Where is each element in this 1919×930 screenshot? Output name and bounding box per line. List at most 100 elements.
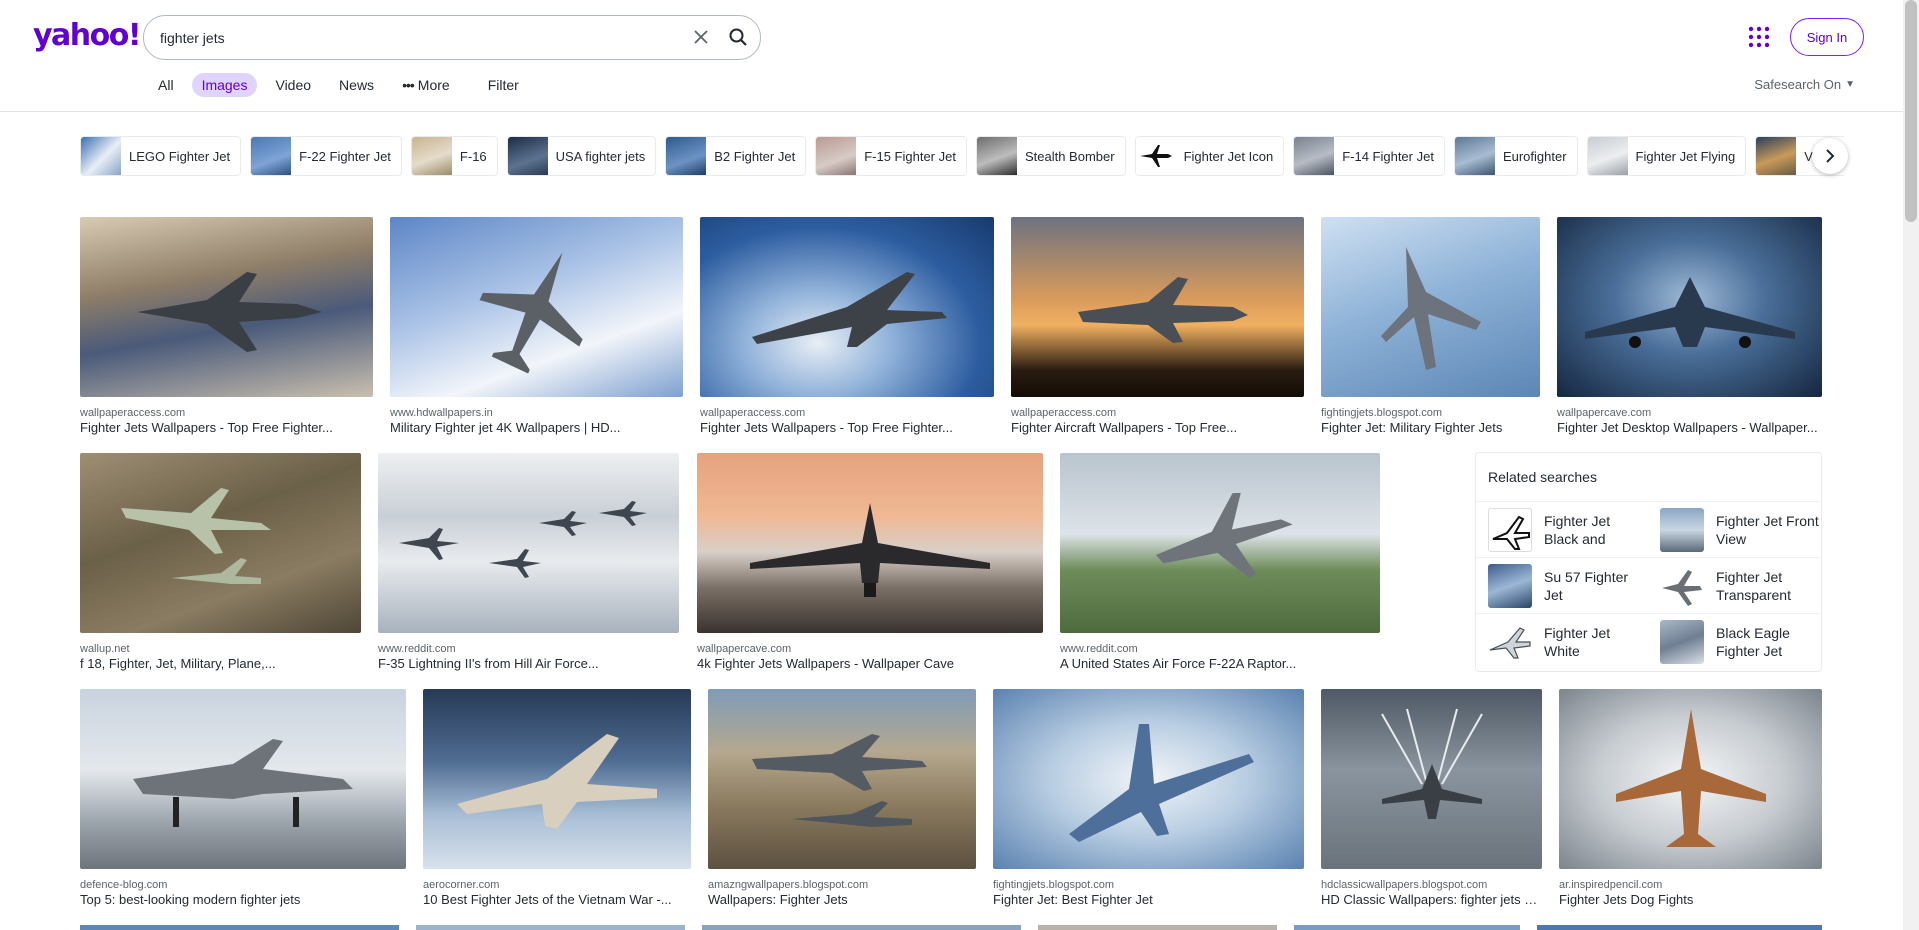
pill-label: F-14 Fighter Jet	[1342, 148, 1434, 164]
result-source[interactable]: fightingjets.blogspot.com	[993, 879, 1304, 891]
image-result[interactable]: aerocorner.com 10 Best Fighter Jets of t…	[423, 689, 691, 907]
image-result[interactable]: defence-blog.com Top 5: best-looking mod…	[80, 689, 406, 907]
result-image	[993, 689, 1304, 869]
result-title[interactable]: Fighter Jet Desktop Wallpapers - Wallpap…	[1557, 420, 1822, 435]
result-source[interactable]: wallpaperaccess.com	[1011, 407, 1304, 419]
image-result[interactable]: www.reddit.com F-35 Lightning II's from …	[378, 453, 679, 671]
tab-news[interactable]: News	[329, 73, 384, 97]
result-source[interactable]: ar.inspiredpencil.com	[1559, 879, 1822, 891]
image-result[interactable]: www.hdwallpapers.in Military Fighter jet…	[390, 217, 683, 435]
image-result-partial[interactable]	[1537, 925, 1822, 930]
image-result-partial[interactable]	[416, 925, 685, 930]
result-source[interactable]: amazngwallpapers.blogspot.com	[708, 879, 976, 891]
pill-label: B2 Fighter Jet	[714, 148, 796, 164]
result-image	[390, 217, 683, 397]
pill-f16[interactable]: F-16	[410, 136, 498, 176]
pill-stealth-bomber[interactable]: Stealth Bomber	[975, 136, 1126, 176]
sign-in-button[interactable]: Sign In	[1790, 18, 1864, 56]
pill-f15-fighter-jet[interactable]: F-15 Fighter Jet	[815, 136, 967, 176]
related-search-item[interactable]: Su 57 Fighter Jet	[1476, 557, 1648, 613]
image-result[interactable]: fightingjets.blogspot.com Fighter Jet: B…	[993, 689, 1304, 907]
tab-images[interactable]: Images	[191, 73, 258, 97]
safesearch-dropdown[interactable]: Safesearch On ▼	[1754, 77, 1855, 92]
result-source[interactable]: defence-blog.com	[80, 879, 406, 891]
result-title[interactable]: Fighter Jets Wallpapers - Top Free Fight…	[80, 420, 373, 435]
related-pills-row: LEGO Fighter Jet F-22 Fighter Jet F-16 U…	[80, 136, 1844, 176]
result-title[interactable]: Top 5: best-looking modern fighter jets	[80, 892, 406, 907]
result-title[interactable]: Fighter Aircraft Wallpapers - Top Free..…	[1011, 420, 1304, 435]
image-result-partial[interactable]	[702, 925, 1021, 930]
related-search-item[interactable]: Fighter Jet Transparent	[1648, 557, 1820, 613]
page-scrollbar[interactable]	[1903, 0, 1919, 930]
image-result-partial[interactable]	[1038, 925, 1277, 930]
pill-fighter-jet-flying[interactable]: Fighter Jet Flying	[1586, 136, 1747, 176]
pill-f14-fighter-jet[interactable]: F-14 Fighter Jet	[1293, 136, 1445, 176]
pill-b2-fighter-jet[interactable]: B2 Fighter Jet	[665, 136, 807, 176]
image-result[interactable]: fightingjets.blogspot.com Fighter Jet: M…	[1321, 217, 1540, 435]
result-source[interactable]: www.hdwallpapers.in	[390, 407, 683, 419]
pill-eurofighter[interactable]: Eurofighter	[1453, 136, 1578, 176]
result-title[interactable]: Fighter Jets Dog Fights	[1559, 892, 1822, 907]
scrollbar-thumb[interactable]	[1905, 0, 1917, 222]
result-title[interactable]: Fighter Jet: Military Fighter Jets	[1321, 420, 1540, 435]
result-title[interactable]: 10 Best Fighter Jets of the Vietnam War …	[423, 892, 691, 907]
image-result[interactable]: wallpaperaccess.com Fighter Jets Wallpap…	[700, 217, 994, 435]
pill-thumbnail	[1454, 137, 1495, 175]
pills-next-button[interactable]	[1812, 138, 1848, 174]
pill-label: LEGO Fighter Jet	[129, 148, 231, 164]
image-result[interactable]: wallpaperaccess.com Fighter Aircraft Wal…	[1011, 217, 1304, 435]
result-source[interactable]: hdclassicwallpapers.blogspot.com	[1321, 879, 1542, 891]
result-source[interactable]: wallpaperaccess.com	[80, 407, 373, 419]
result-source[interactable]: wallpapercave.com	[697, 643, 1043, 655]
result-source[interactable]: wallpapercave.com	[1557, 407, 1822, 419]
image-result[interactable]: wallpapercave.com 4k Fighter Jets Wallpa…	[697, 453, 1043, 671]
image-result[interactable]: hdclassicwallpapers.blogspot.com HD Clas…	[1321, 689, 1542, 907]
image-result-partial[interactable]	[80, 925, 399, 930]
result-title[interactable]: F-35 Lightning II's from Hill Air Force.…	[378, 656, 679, 671]
result-title[interactable]: Wallpapers: Fighter Jets	[708, 892, 976, 907]
result-title[interactable]: A United States Air Force F-22A Raptor..…	[1060, 656, 1380, 671]
result-title[interactable]: Military Fighter jet 4K Wallpapers | HD.…	[390, 420, 683, 435]
image-result-partial[interactable]	[1294, 925, 1520, 930]
pill-f22-fighter-jet[interactable]: F-22 Fighter Jet	[250, 136, 402, 176]
result-title[interactable]: 4k Fighter Jets Wallpapers - Wallpaper C…	[697, 656, 1043, 671]
result-title[interactable]: Fighter Jet: Best Fighter Jet	[993, 892, 1304, 907]
tab-all[interactable]: All	[148, 73, 184, 97]
search-input[interactable]	[160, 26, 660, 50]
tab-video[interactable]: Video	[265, 73, 321, 97]
image-result[interactable]: amazngwallpapers.blogspot.com Wallpapers…	[708, 689, 976, 907]
related-search-item[interactable]: Fighter Jet White	[1476, 613, 1648, 669]
image-result[interactable]: wallpapercave.com Fighter Jet Desktop Wa…	[1557, 217, 1822, 435]
image-result[interactable]: wallup.net f 18, Fighter, Jet, Military,…	[80, 453, 361, 671]
image-result[interactable]: www.reddit.com A United States Air Force…	[1060, 453, 1380, 671]
result-source[interactable]: www.reddit.com	[378, 643, 679, 655]
pill-thumbnail	[1756, 137, 1797, 175]
jet-image-icon	[457, 734, 657, 829]
tab-more[interactable]: ••• More	[392, 73, 460, 97]
jet-outline-icon	[1492, 515, 1530, 550]
related-search-item[interactable]: Black Eagle Fighter Jet	[1648, 613, 1820, 669]
related-search-item[interactable]: Fighter Jet Black and	[1476, 501, 1648, 557]
clear-search-button[interactable]	[689, 25, 713, 49]
search-button[interactable]	[726, 25, 750, 49]
apps-grid-button[interactable]	[1747, 25, 1771, 49]
jet-image-icon	[1155, 492, 1293, 578]
result-source[interactable]: wallup.net	[80, 643, 361, 655]
result-title[interactable]: Fighter Jets Wallpapers - Top Free Fight…	[700, 420, 994, 435]
jet-image-icon	[750, 503, 990, 597]
result-source[interactable]: wallpaperaccess.com	[700, 407, 994, 419]
filter-button[interactable]: Filter	[478, 73, 529, 97]
related-search-item[interactable]: Fighter Jet Front View	[1648, 501, 1820, 557]
image-result[interactable]: ar.inspiredpencil.com Fighter Jets Dog F…	[1559, 689, 1822, 907]
result-title[interactable]: HD Classic Wallpapers: fighter jets p...	[1321, 892, 1542, 907]
pill-fighter-jet-icon[interactable]: Fighter Jet Icon	[1134, 136, 1285, 176]
pill-usa-fighter-jets[interactable]: USA fighter jets	[506, 136, 657, 176]
pill-lego-fighter-jet[interactable]: LEGO Fighter Jet	[80, 136, 242, 176]
result-source[interactable]: www.reddit.com	[1060, 643, 1380, 655]
yahoo-logo[interactable]: yahoo!	[33, 18, 142, 53]
image-result[interactable]: wallpaperaccess.com Fighter Jets Wallpap…	[80, 217, 373, 435]
result-title[interactable]: f 18, Fighter, Jet, Military, Plane,...	[80, 656, 361, 671]
result-source[interactable]: aerocorner.com	[423, 879, 691, 891]
result-source[interactable]: fightingjets.blogspot.com	[1321, 407, 1540, 419]
jet-white-icon	[1489, 626, 1531, 659]
